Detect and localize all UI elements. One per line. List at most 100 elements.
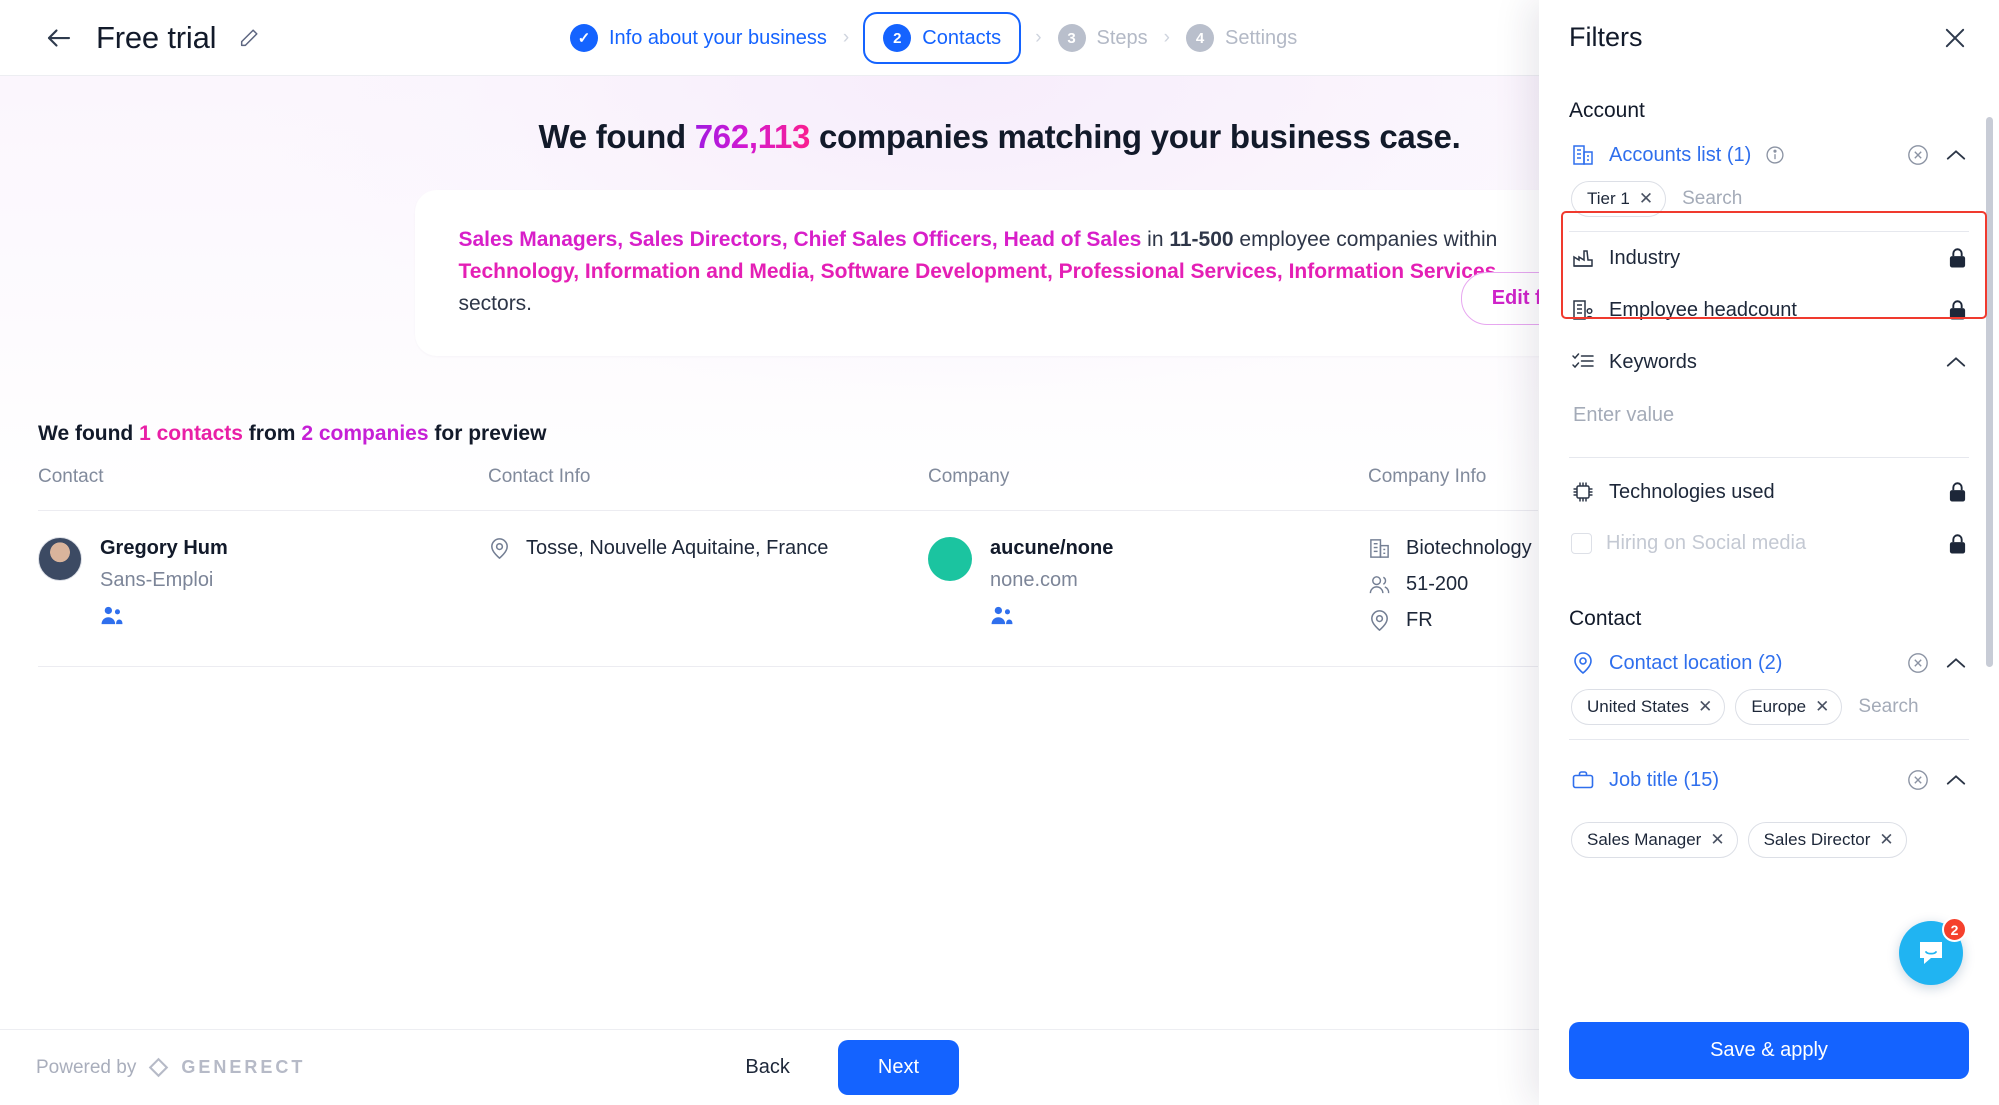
clear-filter-icon[interactable] [1907,769,1929,791]
contact-role: Sans-Emploi [100,568,214,591]
step-contacts[interactable]: 2 Contacts [863,12,1022,64]
accounts-list-search-input[interactable]: Search [1676,188,1742,210]
filter-group-hiring-on-social-media[interactable]: Hiring on Social media [1569,518,1969,569]
chip-tier-1[interactable]: Tier 1 ✕ [1571,181,1667,217]
step-steps[interactable]: 3 Steps [1048,24,1158,52]
linkedin-people-icon[interactable] [990,605,1014,625]
summary-in: in [1141,228,1170,251]
step-settings[interactable]: 4 Settings [1176,24,1307,52]
table-row[interactable]: Gregory Hum Sans-Emploi Tosse, Nouvelle … [38,510,1538,667]
filter-summary-card: Sales Managers, Sales Directors, Chief S… [414,190,1585,356]
lock-icon [1949,248,1966,268]
lock-icon [1949,533,1966,553]
filter-group-contact-location[interactable]: Contact location (2) [1569,637,1969,689]
preview-middle: from [242,421,302,445]
filters-section-account: Account [1569,99,1645,122]
chevron-up-icon[interactable] [1945,355,1967,369]
filter-group-keywords[interactable]: Keywords [1569,336,1969,388]
filter-group-employee-headcount[interactable]: Employee headcount [1569,284,1969,336]
filter-label-industry: Industry [1609,246,1681,269]
company-name: aucune/none [990,536,1114,559]
filter-label-contact-location: Contact location (2) [1609,651,1783,674]
cell-contact-info: Tosse, Nouvelle Aquitaine, France [488,510,928,667]
company-headcount-text: 51-200 [1406,572,1469,595]
summary-industries: Technology, Information and Media, Softw… [458,259,1497,283]
step-separator: › [842,27,850,48]
column-header-company-info: Company Info [1368,465,1538,511]
intercom-unread-badge: 2 [1942,917,1967,942]
close-icon[interactable] [1941,24,1969,52]
chip-label: Sales Director [1763,830,1871,849]
filter-chips-accounts-list: Tier 1 ✕ Search [1569,181,1969,232]
cell-contact: Gregory Hum Sans-Emploi [38,510,488,667]
linkedin-people-icon[interactable] [100,605,124,625]
chevron-up-icon[interactable] [1945,148,1967,162]
preview-count-text: We found 1 contacts from 2 companies for… [38,422,1538,446]
chip-sales-manager[interactable]: Sales Manager ✕ [1571,822,1738,858]
chip-united-states[interactable]: United States ✕ [1571,689,1726,725]
back-arrow-icon[interactable] [44,23,74,53]
chip-remove-icon[interactable]: ✕ [1698,697,1712,717]
diamond-logo-icon [149,1057,169,1078]
contact-location-search-input[interactable]: Search [1852,696,1918,718]
next-button[interactable]: Next [837,1040,959,1095]
chevron-up-icon[interactable] [1945,656,1967,670]
table-header-row: Contact Contact Info Company Company Inf… [38,465,1538,511]
step-separator: › [1163,27,1170,48]
clear-filter-icon[interactable] [1907,652,1929,674]
chip-remove-icon[interactable]: ✕ [1710,830,1724,850]
intercom-launcher[interactable]: 2 [1899,917,1967,985]
chip-sales-director[interactable]: Sales Director ✕ [1747,822,1907,858]
company-country-item: FR [1368,609,1538,632]
info-icon[interactable] [1765,145,1785,165]
filter-summary-text: Sales Managers, Sales Directors, Chief S… [459,224,1541,320]
filter-label-technologies-used: Technologies used [1609,480,1775,503]
lock-icon [1949,300,1966,320]
filter-group-accounts-list[interactable]: Accounts list (1) [1569,129,1969,181]
brand-name: GENERECT [181,1057,306,1077]
checklist-icon [1572,353,1594,369]
building-person-icon [1573,300,1594,320]
step-label: Info about your business [609,26,827,49]
chevron-up-icon[interactable] [1945,773,1967,787]
filters-header: Filters [1539,0,1999,61]
preview-prefix: We found [38,421,140,445]
column-header-contact: Contact [38,465,488,511]
step-label: Contacts [922,26,1002,49]
step-badge: 4 [1186,24,1214,52]
step-label: Settings [1225,26,1298,49]
chip-remove-icon[interactable]: ✕ [1815,697,1829,717]
contact-name: Gregory Hum [100,536,228,559]
save-and-apply-button[interactable]: Save & apply [1569,1022,1969,1079]
headline-prefix: We found [538,118,695,155]
checkbox-icon[interactable] [1571,533,1592,554]
step-separator: › [1035,27,1042,48]
company-headcount-item: 51-200 [1368,573,1538,596]
preview-table: Contact Contact Info Company Company Inf… [38,465,1538,667]
keywords-input-wrap: Enter value [1569,388,1969,458]
back-button[interactable]: Back [729,1044,805,1091]
avatar [38,536,82,581]
column-header-company: Company [928,465,1368,511]
chip-label: Tier 1 [1587,189,1630,208]
step-info-about-your-business[interactable]: ✓ Info about your business [560,24,837,52]
powered-by-label: Powered by [36,1056,137,1078]
clear-filter-icon[interactable] [1907,144,1929,166]
chip-remove-icon[interactable]: ✕ [1639,189,1653,209]
pencil-icon[interactable] [238,27,260,49]
keywords-input[interactable]: Enter value [1571,388,1967,443]
filter-group-technologies-used[interactable]: Technologies used [1569,466,1969,518]
summary-sectors-text: sectors. [458,291,533,315]
filters-scrollbar[interactable] [1986,117,1993,667]
filter-label-accounts-list: Accounts list (1) [1609,143,1752,166]
chip-remove-icon[interactable]: ✕ [1879,830,1893,850]
building-icon [1370,538,1389,558]
step-badge: 3 [1057,24,1086,52]
chip-europe[interactable]: Europe ✕ [1735,689,1843,725]
page-title: Free trial [96,19,217,55]
lock-icon [1949,482,1966,502]
footer-actions: Back Next [729,1040,959,1095]
company-industry-text: Biotechnology [1406,536,1532,559]
filter-group-job-title[interactable]: Job title (15) [1569,754,1969,806]
filter-group-industry[interactable]: Industry [1569,232,1969,284]
